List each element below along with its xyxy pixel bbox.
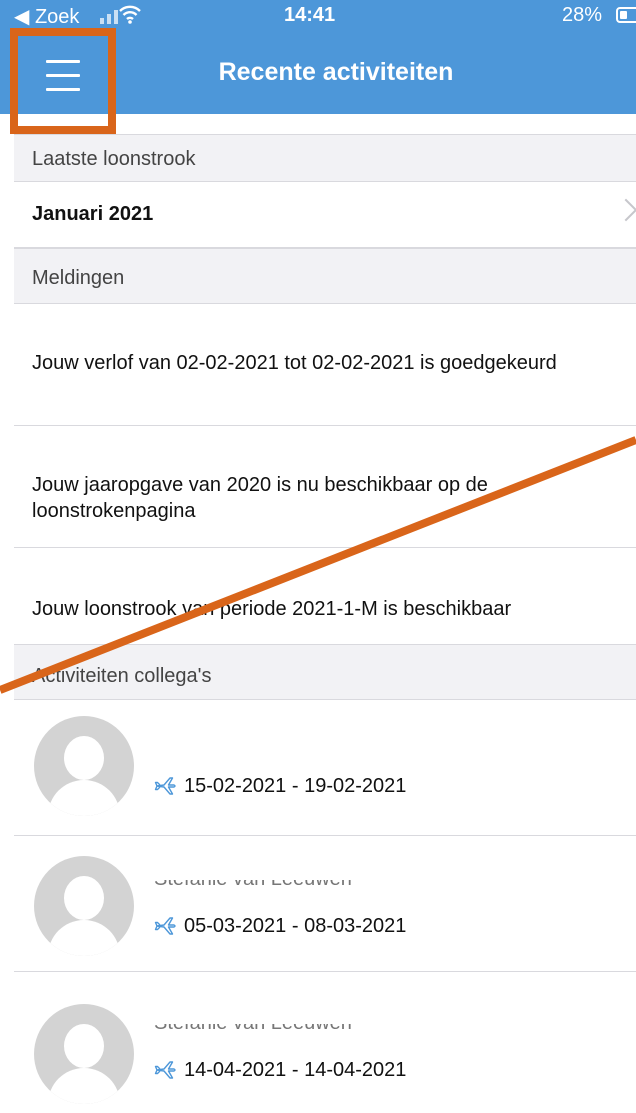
latest-payslip-row[interactable]: Januari 2021 [14, 182, 636, 248]
avatar [34, 716, 134, 816]
hamburger-menu-icon [46, 60, 80, 102]
section-header-latest-payslip: Laatste loonstrook [14, 134, 636, 182]
section-header-notifications: Meldingen [14, 248, 636, 304]
colleague-name: Stefanie van Leeuwen [154, 880, 352, 892]
avatar [34, 856, 134, 956]
status-time: 14:41 [284, 4, 336, 26]
airplane-icon [154, 1061, 176, 1079]
notification-text: Jouw verlof van 02-02-2021 tot 02-02-202… [32, 352, 557, 374]
battery-percentage: 28% [562, 4, 603, 26]
notification-text: Jouw jaaropgave van 2020 is nu beschikba… [32, 474, 488, 522]
colleague-item[interactable]: Stefanie van Leeuwen 05-03-2021 - 08-03-… [14, 836, 636, 972]
menu-button[interactable] [10, 28, 116, 134]
wifi-icon [119, 5, 141, 24]
colleague-item[interactable]: Stefanie van Leeuwen 14-04-2021 - 14-04-… [14, 972, 636, 1113]
period-text: 05-03-2021 - 08-03-2021 [184, 914, 407, 937]
notification-item[interactable]: Jouw jaaropgave van 2020 is nu beschikba… [14, 426, 636, 548]
latest-payslip-label: Januari 2021 [32, 203, 154, 225]
notification-text: Jouw loonstrook van periode 2021-1-M is … [32, 598, 512, 620]
period-text: 14-04-2021 - 14-04-2021 [184, 1058, 407, 1081]
back-to-search-link[interactable]: ◀ Zoek [14, 4, 79, 29]
colleague-period: 14-04-2021 - 14-04-2021 [154, 1058, 406, 1082]
signal-icon [100, 6, 118, 24]
colleague-period: 05-03-2021 - 08-03-2021 [154, 914, 406, 938]
chevron-right-icon [614, 198, 636, 222]
colleague-item[interactable]: 15-02-2021 - 19-02-2021 [14, 700, 636, 836]
period-text: 15-02-2021 - 19-02-2021 [184, 774, 407, 797]
colleague-name: Stefanie van Leeuwen [154, 1024, 352, 1036]
battery-icon [616, 7, 636, 23]
section-header-colleague-activities: Activiteiten collega's [14, 644, 636, 700]
colleague-period: 15-02-2021 - 19-02-2021 [154, 774, 406, 798]
avatar [34, 1004, 134, 1104]
notification-item[interactable]: Jouw loonstrook van periode 2021-1-M is … [14, 548, 636, 644]
notification-item[interactable]: Jouw verlof van 02-02-2021 tot 02-02-202… [14, 304, 636, 426]
airplane-icon [154, 917, 176, 935]
airplane-icon [154, 777, 176, 795]
